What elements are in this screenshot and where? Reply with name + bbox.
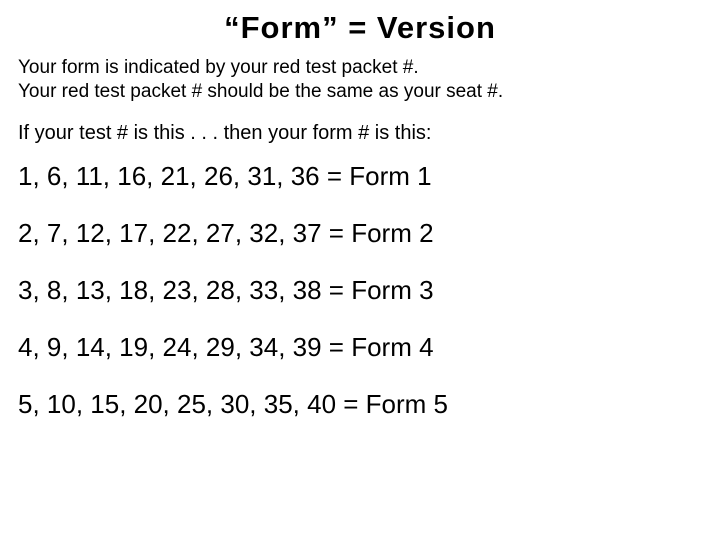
form-row-3: 3, 8, 13, 18, 23, 28, 33, 38 = Form 3 (18, 275, 702, 306)
intro-block: Your form is indicated by your red test … (18, 56, 702, 104)
slide: “Form” = Version Your form is indicated … (0, 0, 720, 540)
form-row-5: 5, 10, 15, 20, 25, 30, 35, 40 = Form 5 (18, 389, 702, 420)
slide-title: “Form” = Version (18, 10, 702, 46)
lead-line: If your test # is this . . . then your f… (18, 122, 702, 145)
intro-line-2: Your red test packet # should be the sam… (18, 80, 702, 104)
intro-line-1: Your form is indicated by your red test … (18, 56, 702, 80)
form-row-2: 2, 7, 12, 17, 22, 27, 32, 37 = Form 2 (18, 218, 702, 249)
form-row-4: 4, 9, 14, 19, 24, 29, 34, 39 = Form 4 (18, 332, 702, 363)
form-row-1: 1, 6, 11, 16, 21, 26, 31, 36 = Form 1 (18, 161, 702, 192)
